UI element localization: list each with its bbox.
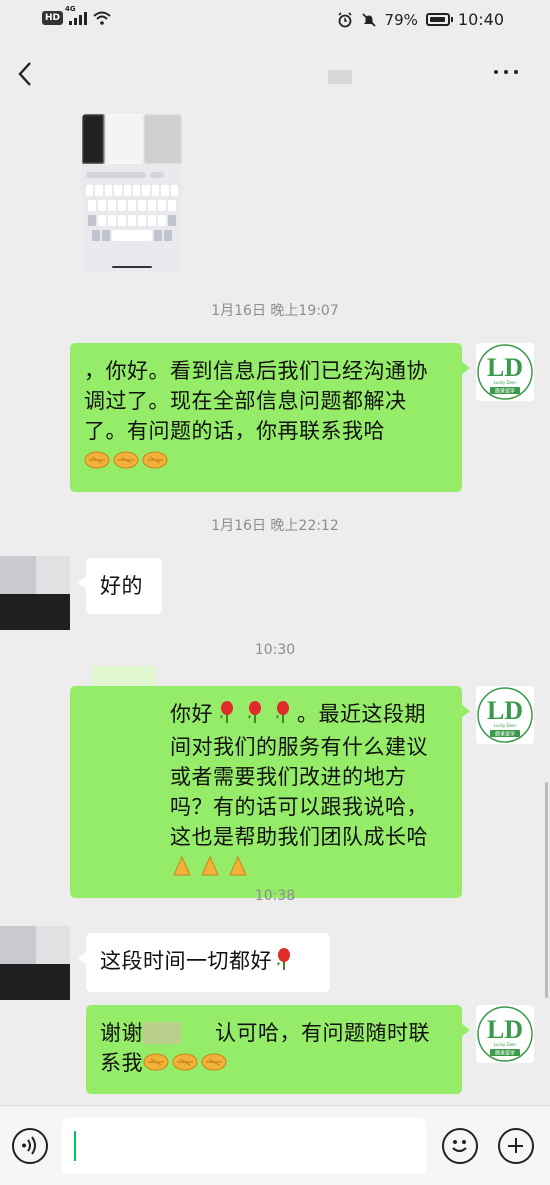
more-dots-icon[interactable] [494,62,524,82]
battery-percent: 79% [384,10,418,29]
chat-title-redacted [328,70,352,84]
voice-icon[interactable] [12,1128,48,1164]
timestamp: 1月16日 晚上22:12 [211,518,339,534]
image-message-thumbnail[interactable] [82,114,182,272]
lucky-deer-logo-icon: LD Lucky Deer 鹿录留学 [477,344,533,400]
avatar[interactable]: LD Lucky Deer 鹿录留学 [476,1005,534,1063]
plus-icon[interactable] [498,1128,534,1164]
message-bubble-sent[interactable]: ，你好。看到信息后我们已经沟通协调过了。现在全部信息问题都解决了。有问题的话，你… [70,343,470,492]
svg-text:LD: LD [487,1015,523,1044]
clock: 10:40 [457,10,504,29]
rose-emoji-icon [272,947,296,979]
svg-text:鹿录留学: 鹿录留学 [495,1050,515,1057]
svg-text:LD: LD [487,696,523,725]
status-left: HD 4G [42,5,111,25]
svg-text:鹿录留学: 鹿录留学 [495,388,515,395]
rose-emoji-icon [213,700,297,732]
redacted-name [143,1022,181,1044]
svg-text:鹿录留学: 鹿录留学 [495,731,515,738]
avatar[interactable]: LD Lucky Deer 鹿录留学 [476,343,534,401]
wifi-icon [93,11,111,25]
svg-text:Lucky Deer: Lucky Deer [494,723,517,728]
message-input[interactable] [62,1118,426,1174]
message-bubble-sent[interactable]: 谢谢 认可哈，有问题随时联系我 [86,1005,470,1094]
avatar[interactable] [0,926,70,1000]
message-text: 谢谢 [100,1021,143,1045]
handshake-emoji-icon [84,449,170,479]
alarm-icon [337,11,352,27]
message-bubble-sent[interactable]: 你好 。最近这段期间对我们的服务有什么建议或者需要我们改进的地方吗？有的话可以跟… [70,686,470,898]
timestamp: 10:30 [254,642,296,658]
svg-text:LD: LD [487,353,523,382]
folded-hands-emoji-icon [170,855,254,885]
input-bar [0,1105,550,1185]
handshake-emoji-icon [143,1051,229,1081]
message-text: 这段时间一切都好 [100,949,272,973]
svg-text:Lucky Deer: Lucky Deer [494,380,517,385]
hd-badge: HD [42,11,64,25]
battery-icon [425,13,453,26]
message-text: 好的 [100,574,143,598]
svg-text:Lucky Deer: Lucky Deer [494,1042,517,1047]
keyboard-screenshot [82,164,182,272]
lucky-deer-logo-icon: LD Lucky Deer 鹿录留学 [477,1006,533,1062]
text-cursor [74,1131,76,1161]
lucky-deer-logo-icon: LD Lucky Deer 鹿录留学 [477,687,533,743]
scrollbar[interactable] [545,782,548,998]
signal-icon: 4G [65,5,88,25]
status-bar: HD 4G 79% 10:40 [0,0,550,42]
message-bubble-received[interactable]: 好的 [78,558,162,614]
message-bubble-received[interactable]: 这段时间一切都好 [78,933,330,992]
avatar[interactable] [0,556,70,630]
mute-bell-icon [361,12,376,27]
timestamp: 1月16日 晚上19:07 [211,303,339,319]
smiley-icon[interactable] [442,1128,478,1164]
chevron-left-icon[interactable] [14,60,38,88]
network-type: 4G [65,5,76,13]
message-text: 你好 [170,702,213,726]
timestamp: 10:38 [254,888,296,904]
message-text: ，你好。看到信息后我们已经沟通协调过了。现在全部信息问题都解决了。有问题的话，你… [84,359,428,443]
status-right: 79% 10:40 [337,10,504,29]
chat-header [0,42,550,106]
avatar[interactable]: LD Lucky Deer 鹿录留学 [476,686,534,744]
